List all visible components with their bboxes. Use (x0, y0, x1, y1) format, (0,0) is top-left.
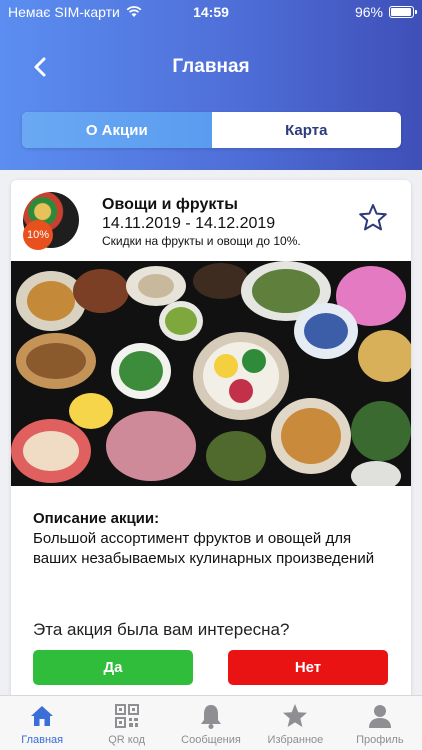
tabbar-label-home: Главная (21, 734, 64, 746)
feedback-question: Эта акция была вам интересна? (33, 620, 290, 639)
battery-icon (389, 6, 417, 18)
page-title: Главная (172, 56, 250, 77)
promo-title: Овощи и фрукты (102, 196, 238, 213)
yes-button[interactable]: Да (33, 650, 193, 685)
segmented-control: О Акции Карта (22, 112, 401, 148)
favorite-star-icon[interactable] (357, 202, 389, 234)
bell-icon (201, 705, 222, 729)
description-label: Описание акции: (33, 510, 160, 527)
tabbar-item-home[interactable]: Главная (0, 696, 84, 750)
tabbar-label-profile: Профиль (356, 734, 404, 746)
tabbar-label-messages: Сообщения (181, 734, 241, 746)
tabbar-label-qr: QR код (108, 734, 145, 746)
tab-about-promo[interactable]: О Акции (22, 112, 212, 148)
qr-code-icon (114, 704, 139, 728)
battery-percent: 96% (354, 4, 383, 20)
promo-food-image (11, 261, 411, 486)
promo-dates: 14.11.2019 - 14.12.2019 (102, 215, 276, 232)
promo-card: 10% Овощи и фрукты 14.11.2019 - 14.12.20… (11, 180, 411, 700)
tabbar-item-profile[interactable]: Профиль (338, 696, 422, 750)
promo-header: 10% Овощи и фрукты 14.11.2019 - 14.12.20… (11, 180, 411, 260)
promo-subtitle: Скидки на фрукты и овощи до 10%. (102, 234, 301, 248)
tab-map[interactable]: Карта (212, 112, 402, 148)
status-bar: Немає SIM-карти 14:59 96% (0, 0, 422, 26)
tabbar-item-favorites[interactable]: Избранное (253, 696, 337, 750)
tabbar-item-messages[interactable]: Сообщения (169, 696, 253, 750)
user-icon (368, 705, 391, 728)
battery-level (391, 8, 412, 16)
description-text: Большой ассортимент фруктов и овощей для… (33, 530, 375, 567)
star-icon (283, 704, 308, 727)
tabbar-label-favorites: Избранное (267, 734, 324, 746)
header: Немає SIM-карти 14:59 96% Главная О Акци… (0, 0, 422, 170)
status-battery: 96% (354, 4, 417, 20)
home-icon (31, 706, 54, 726)
no-button[interactable]: Нет (228, 650, 388, 685)
tab-bar: Главная QR код Сообщения Избранное Профи… (0, 695, 422, 750)
tabbar-item-qr[interactable]: QR код (84, 696, 168, 750)
discount-badge: 10% (23, 220, 53, 250)
